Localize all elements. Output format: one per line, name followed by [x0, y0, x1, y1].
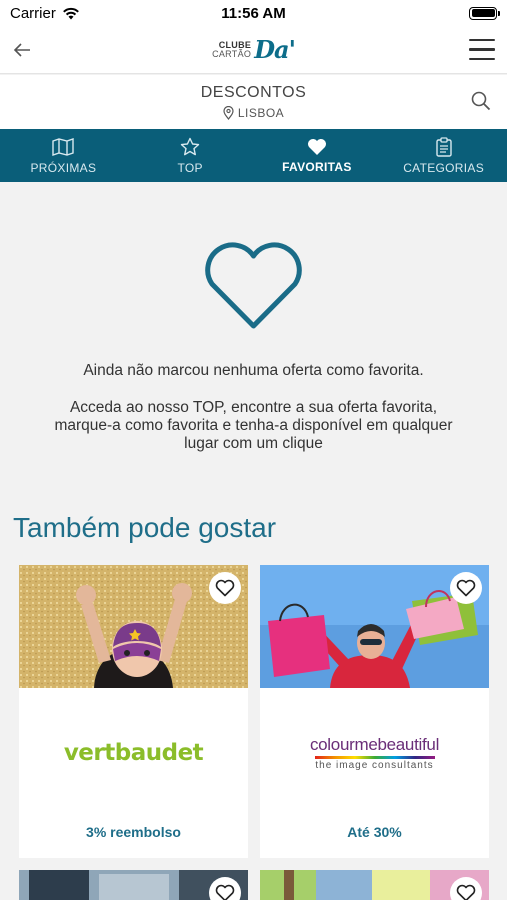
location-label: LISBOA [237, 106, 285, 120]
logo-mark: Da' [254, 34, 296, 64]
wifi-icon [62, 7, 79, 19]
tab-top[interactable]: TOP [127, 129, 254, 182]
offer-card[interactable] [19, 870, 248, 900]
brand-tagline: the image consultants [315, 760, 434, 771]
tab-bar: PRÓXIMAS TOP FAVORITAS CATEGORIAS [0, 129, 507, 182]
clipboard-icon [435, 136, 452, 157]
location-pin-icon [223, 106, 234, 120]
carrier-label: Carrier [10, 4, 56, 22]
star-icon [180, 137, 200, 155]
section-title: Também pode gostar [13, 512, 277, 543]
battery-icon [469, 6, 500, 20]
location-selector[interactable]: LISBOA [223, 106, 284, 120]
logo-line2: CARTÃO [212, 48, 252, 59]
offer-label: Até 30% [347, 824, 402, 840]
status-bar: Carrier 11:56 AM [0, 0, 507, 26]
favorite-button[interactable] [209, 572, 241, 604]
favorite-button[interactable] [450, 572, 482, 604]
tab-categorias[interactable]: CATEGORIAS [380, 129, 507, 182]
empty-message: Ainda não marcou nenhuma oferta como fav… [83, 362, 424, 379]
heart-outline-icon [456, 579, 476, 597]
tab-label: PRÓXIMAS [30, 160, 97, 175]
brand-logo: colourmebeautiful the image consultants [260, 688, 489, 818]
brand-name: colourmebeautiful [309, 735, 440, 754]
empty-hint: Acceda ao nosso TOP, encontre a sua ofer… [54, 399, 453, 452]
heart-outline-icon [456, 884, 476, 900]
menu-icon[interactable] [469, 38, 495, 61]
tab-label: CATEGORIAS [403, 160, 485, 175]
empty-state: Ainda não marcou nenhuma oferta como fav… [0, 182, 507, 502]
status-time: 11:56 AM [221, 4, 286, 22]
offer-image [260, 565, 489, 688]
app-logo: CLUBE CARTÃO Da' [212, 34, 296, 64]
tab-proximas[interactable]: PRÓXIMAS [0, 129, 127, 182]
heart-icon [307, 138, 326, 155]
offer-card[interactable]: colourmebeautiful the image consultants … [260, 565, 489, 858]
offer-card[interactable] [260, 870, 489, 900]
tab-label: TOP [177, 160, 203, 175]
heart-outline-icon [205, 242, 302, 329]
heart-outline-icon [215, 579, 235, 597]
offer-image [19, 565, 248, 688]
heart-outline-icon [215, 884, 235, 900]
tab-favoritas[interactable]: FAVORITAS [254, 129, 381, 182]
offer-label: 3% reembolso [86, 824, 181, 840]
tab-label: FAVORITAS [282, 159, 352, 174]
nav-bar: CLUBE CARTÃO Da' [0, 26, 507, 74]
page-title: DESCONTOS [200, 84, 307, 101]
search-icon[interactable] [471, 91, 491, 111]
offer-card[interactable]: vertbaudet 3% reembolso [19, 565, 248, 858]
brand-name: vertbaudet [63, 740, 204, 766]
brand-logo: vertbaudet [19, 688, 248, 818]
page-header: DESCONTOS LISBOA [0, 75, 507, 129]
back-arrow-icon[interactable] [12, 42, 32, 58]
map-icon [52, 137, 75, 156]
brand-color-bar [314, 756, 435, 759]
